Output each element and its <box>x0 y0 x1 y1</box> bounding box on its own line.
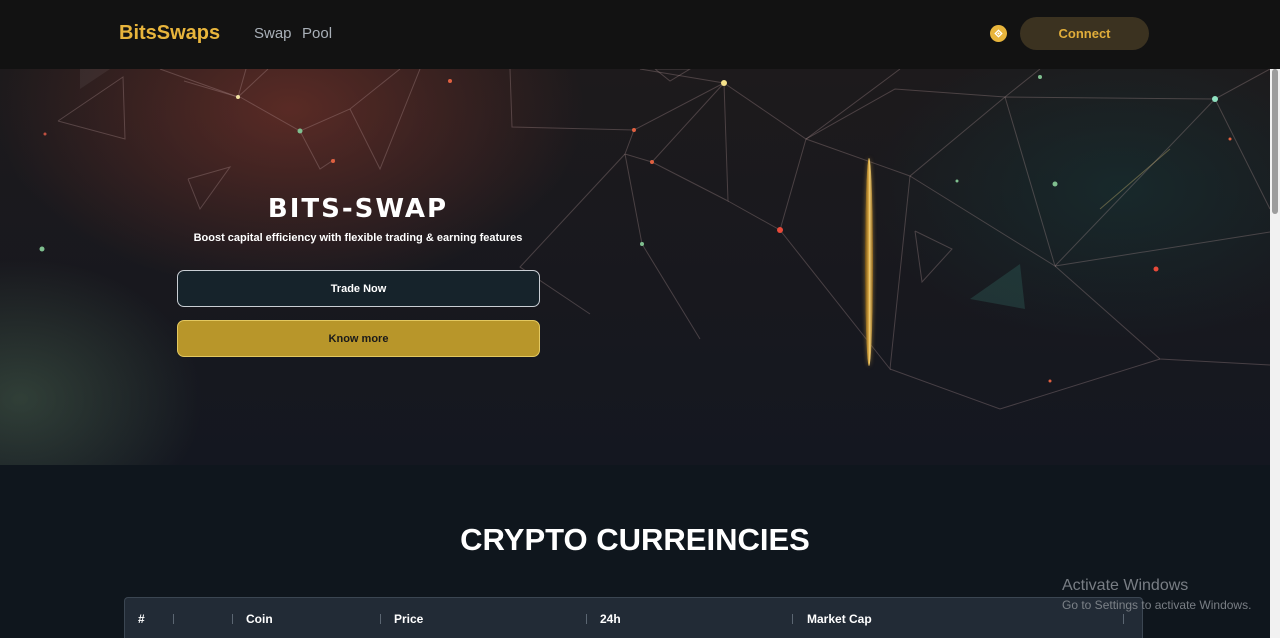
nav-link-pool[interactable]: Pool <box>302 25 332 42</box>
network-background-graphic <box>39 69 1270 410</box>
scrollbar-thumb[interactable] <box>1272 69 1278 214</box>
column-separator <box>792 614 793 624</box>
column-header-price[interactable]: Price <box>394 612 423 626</box>
column-header-24h[interactable]: 24h <box>600 612 621 626</box>
connect-button[interactable]: Connect <box>1020 17 1149 50</box>
spinning-coin-image <box>865 158 873 366</box>
hero-banner: BITS-SWAP Boost capital efficiency with … <box>0 69 1270 465</box>
nav-link-swap[interactable]: Swap <box>254 25 292 42</box>
column-header-rank[interactable]: # <box>138 612 145 626</box>
column-separator <box>173 614 174 624</box>
column-separator <box>1123 614 1124 624</box>
column-separator <box>380 614 381 624</box>
windows-activation-subtitle: Go to Settings to activate Windows. <box>1062 598 1252 612</box>
column-separator <box>232 614 233 624</box>
hero-subtitle: Boost capital efficiency with flexible t… <box>193 232 523 244</box>
column-header-market-cap[interactable]: Market Cap <box>807 612 872 626</box>
crypto-section-title: CRYPTO CURREINCIES <box>460 522 810 557</box>
brand-logo[interactable]: BitsSwaps <box>119 22 220 45</box>
windows-activation-title: Activate Windows <box>1062 577 1189 594</box>
hero-title: BITS-SWAP <box>267 194 449 224</box>
navbar: BitsSwaps Swap Pool Connect <box>0 0 1280 69</box>
column-header-coin[interactable]: Coin <box>246 612 273 626</box>
bnb-coin-icon[interactable] <box>990 25 1007 42</box>
trade-now-button[interactable]: Trade Now <box>177 270 540 307</box>
know-more-button[interactable]: Know more <box>177 320 540 357</box>
column-separator <box>586 614 587 624</box>
crypto-table-header: # Coin Price 24h Market Cap <box>124 597 1143 638</box>
page-scrollbar[interactable] <box>1270 69 1280 638</box>
